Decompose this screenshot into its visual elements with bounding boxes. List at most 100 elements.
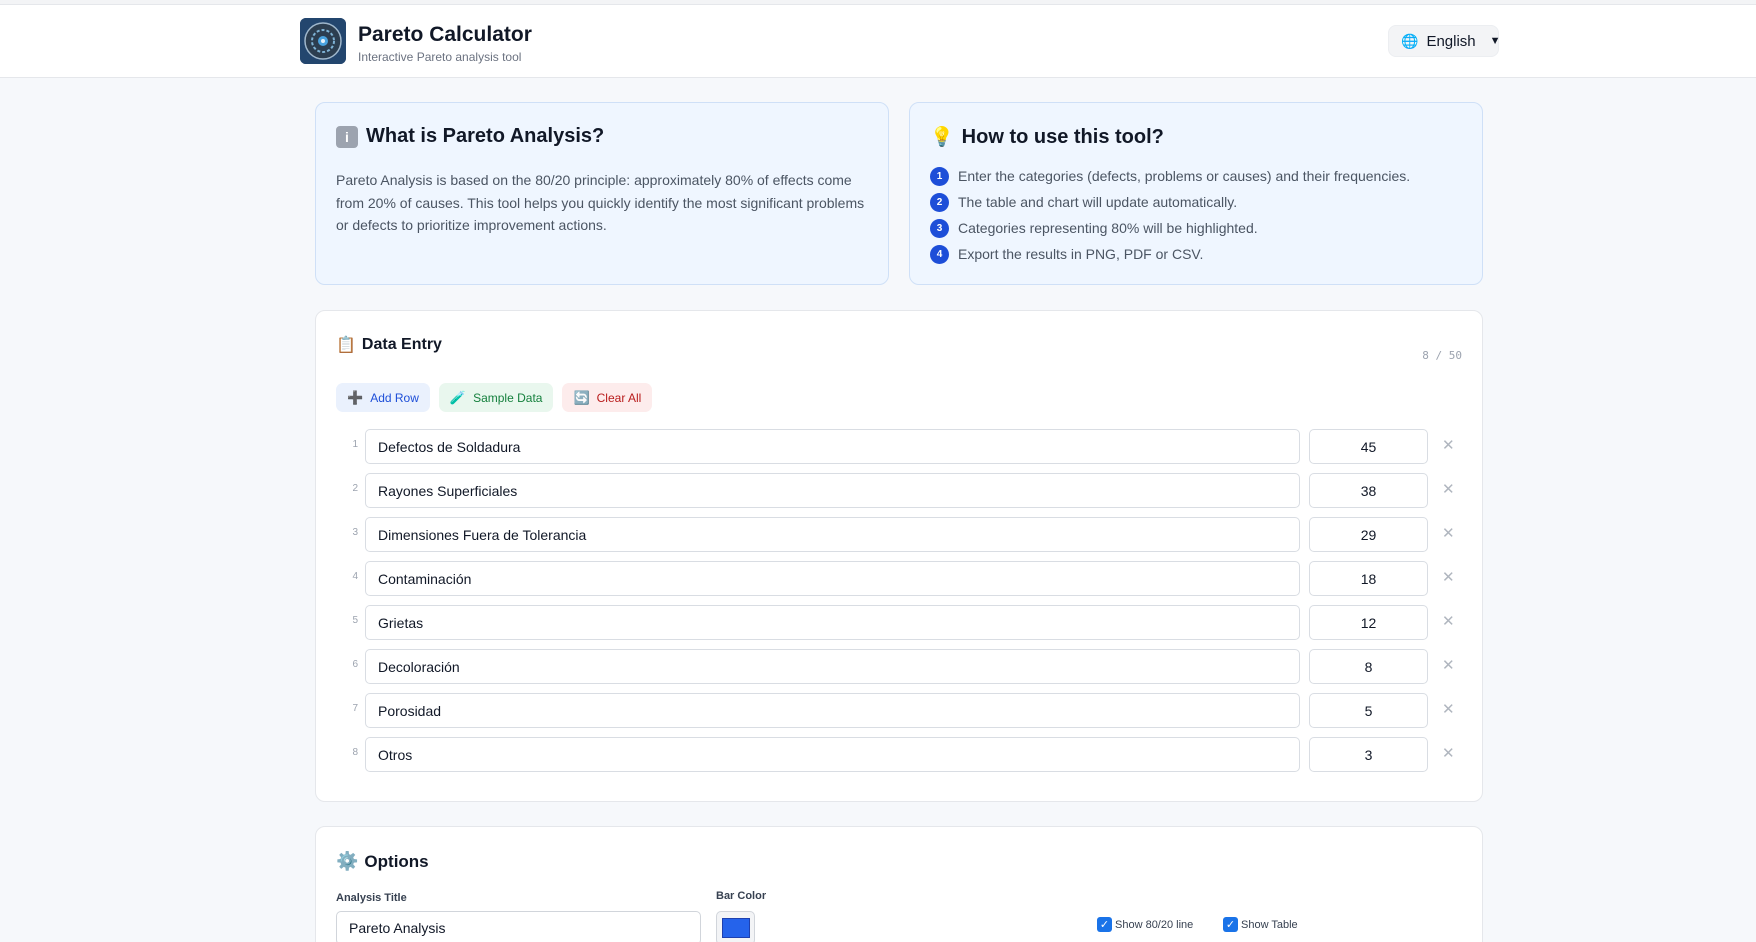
refresh-icon: 🔄 bbox=[573, 389, 590, 405]
frequency-input[interactable] bbox=[1309, 429, 1428, 464]
sample-data-label: Sample Data bbox=[473, 390, 543, 405]
delete-row-icon[interactable]: ✕ bbox=[1442, 612, 1455, 630]
category-input[interactable] bbox=[365, 517, 1300, 552]
step-text: The table and chart will update automati… bbox=[958, 194, 1238, 210]
about-card: i What is Pareto Analysis? Pareto Analys… bbox=[315, 102, 889, 285]
category-input[interactable] bbox=[365, 473, 1300, 508]
frequency-input[interactable] bbox=[1309, 473, 1428, 508]
frequency-input[interactable] bbox=[1309, 561, 1428, 596]
show-line-checkbox[interactable]: ✓ Show 80/20 line bbox=[1097, 917, 1193, 932]
language-label: English bbox=[1426, 32, 1476, 50]
category-input[interactable] bbox=[365, 561, 1300, 596]
bar-color-picker[interactable] bbox=[716, 911, 755, 942]
delete-row-icon[interactable]: ✕ bbox=[1442, 656, 1455, 674]
sample-data-button[interactable]: 🧪 Sample Data bbox=[438, 383, 554, 412]
test-tube-icon: 🧪 bbox=[449, 389, 467, 405]
step-text: Export the results in PNG, PDF or CSV. bbox=[958, 246, 1204, 262]
options-card: ⚙️ Options Analysis Title Bar Color ✓ Sh… bbox=[315, 826, 1483, 942]
howto-title: How to use this tool? bbox=[961, 125, 1164, 148]
add-row-label: Add Row bbox=[370, 390, 419, 405]
about-title: What is Pareto Analysis? bbox=[366, 125, 605, 147]
data-entry-toolbar: ➕ Add Row 🧪 Sample Data 🔄 Clear All bbox=[336, 383, 653, 412]
color-swatch-fill bbox=[722, 918, 750, 938]
frequency-input[interactable] bbox=[1309, 517, 1428, 552]
step-number-badge: 4 bbox=[930, 244, 949, 264]
howto-step: 4 Export the results in PNG, PDF or CSV. bbox=[930, 241, 1410, 267]
step-number-badge: 3 bbox=[930, 218, 949, 238]
table-row: 6 ✕ bbox=[336, 649, 1464, 693]
data-entry-heading: 📋 Data Entry bbox=[336, 335, 442, 355]
analysis-title-input[interactable] bbox=[336, 911, 701, 942]
logo-emblem-icon bbox=[300, 18, 346, 64]
step-number-badge: 2 bbox=[930, 192, 949, 212]
delete-row-icon[interactable]: ✕ bbox=[1442, 744, 1455, 762]
row-index: 7 bbox=[352, 703, 358, 714]
checkmark-icon: ✓ bbox=[1223, 917, 1238, 932]
data-entry-card: 📋 Data Entry 8 / 50 ➕ Add Row 🧪 Sample D… bbox=[315, 310, 1483, 802]
table-row: 1 ✕ bbox=[336, 429, 1464, 473]
step-text: Categories representing 80% will be high… bbox=[958, 220, 1258, 236]
row-index: 5 bbox=[352, 615, 358, 626]
delete-row-icon[interactable]: ✕ bbox=[1442, 524, 1455, 542]
show-line-label: Show 80/20 line bbox=[1115, 918, 1194, 931]
row-index: 4 bbox=[352, 571, 358, 582]
howto-steps: 1 Enter the categories (defects, problems… bbox=[930, 163, 1410, 267]
category-input[interactable] bbox=[365, 649, 1300, 684]
lightbulb-icon: 💡 bbox=[930, 127, 954, 148]
howto-step: 1 Enter the categories (defects, problems… bbox=[930, 163, 1410, 189]
category-input[interactable] bbox=[365, 605, 1300, 640]
about-heading: i What is Pareto Analysis? bbox=[336, 125, 604, 148]
row-index: 3 bbox=[352, 527, 358, 538]
table-row: 8 ✕ bbox=[336, 737, 1464, 781]
category-input[interactable] bbox=[365, 693, 1300, 728]
show-table-label: Show Table bbox=[1241, 918, 1298, 931]
howto-step: 3 Categories representing 80% will be hig… bbox=[930, 215, 1410, 241]
howto-card: 💡 How to use this tool? 1 Enter the categ… bbox=[909, 102, 1483, 285]
plus-icon: ➕ bbox=[347, 389, 364, 405]
table-row: 5 ✕ bbox=[336, 605, 1464, 649]
about-text: Pareto Analysis is based on the 80/20 pr… bbox=[336, 172, 865, 233]
options-title: Options bbox=[364, 851, 429, 871]
data-rows: 1 ✕ 2 ✕ 3 ✕ 4 ✕ 5 ✕ bbox=[336, 429, 1464, 781]
globe-icon: 🌐 bbox=[1401, 32, 1419, 49]
row-index: 1 bbox=[352, 439, 358, 450]
options-heading: ⚙️ Options bbox=[336, 851, 429, 872]
data-entry-title: Data Entry bbox=[361, 336, 442, 353]
add-row-button[interactable]: ➕ Add Row bbox=[336, 383, 430, 412]
step-number-badge: 1 bbox=[930, 166, 949, 186]
show-table-checkbox[interactable]: ✓ Show Table bbox=[1223, 917, 1298, 932]
delete-row-icon[interactable]: ✕ bbox=[1442, 436, 1455, 454]
app-title: Pareto Calculator bbox=[358, 23, 532, 46]
table-row: 7 ✕ bbox=[336, 693, 1464, 737]
table-row: 3 ✕ bbox=[336, 517, 1464, 561]
frequency-input[interactable] bbox=[1309, 605, 1428, 640]
info-icon: i bbox=[336, 125, 358, 148]
language-selector[interactable]: 🌐 English ▼ bbox=[1388, 25, 1501, 57]
category-input[interactable] bbox=[365, 737, 1300, 772]
gear-icon: ⚙️ bbox=[336, 851, 359, 871]
delete-row-icon[interactable]: ✕ bbox=[1442, 700, 1455, 718]
table-row: 2 ✕ bbox=[336, 473, 1464, 517]
bar-color-label: Bar Color bbox=[716, 890, 767, 902]
chevron-down-icon: ▼ bbox=[1489, 35, 1501, 47]
frequency-input[interactable] bbox=[1309, 693, 1428, 728]
app-subtitle: Interactive Pareto analysis tool bbox=[358, 50, 522, 64]
checkmark-icon: ✓ bbox=[1097, 917, 1112, 932]
frequency-input[interactable] bbox=[1309, 649, 1428, 684]
delete-row-icon[interactable]: ✕ bbox=[1442, 480, 1455, 498]
row-index: 6 bbox=[352, 659, 358, 670]
app-logo bbox=[300, 18, 346, 64]
row-counter: 8 / 50 bbox=[1422, 349, 1462, 362]
analysis-title-label: Analysis Title bbox=[336, 892, 407, 904]
clear-all-button[interactable]: 🔄 Clear All bbox=[562, 383, 653, 412]
howto-step: 2 The table and chart will update automat… bbox=[930, 189, 1410, 215]
frequency-input[interactable] bbox=[1309, 737, 1428, 772]
table-row: 4 ✕ bbox=[336, 561, 1464, 605]
row-index: 8 bbox=[352, 747, 358, 758]
clear-all-label: Clear All bbox=[596, 390, 642, 405]
step-text: Enter the categories (defects, problems … bbox=[958, 168, 1411, 184]
row-index: 2 bbox=[352, 483, 358, 494]
howto-heading: 💡 How to use this tool? bbox=[930, 125, 1164, 149]
delete-row-icon[interactable]: ✕ bbox=[1442, 568, 1455, 586]
category-input[interactable] bbox=[365, 429, 1300, 464]
